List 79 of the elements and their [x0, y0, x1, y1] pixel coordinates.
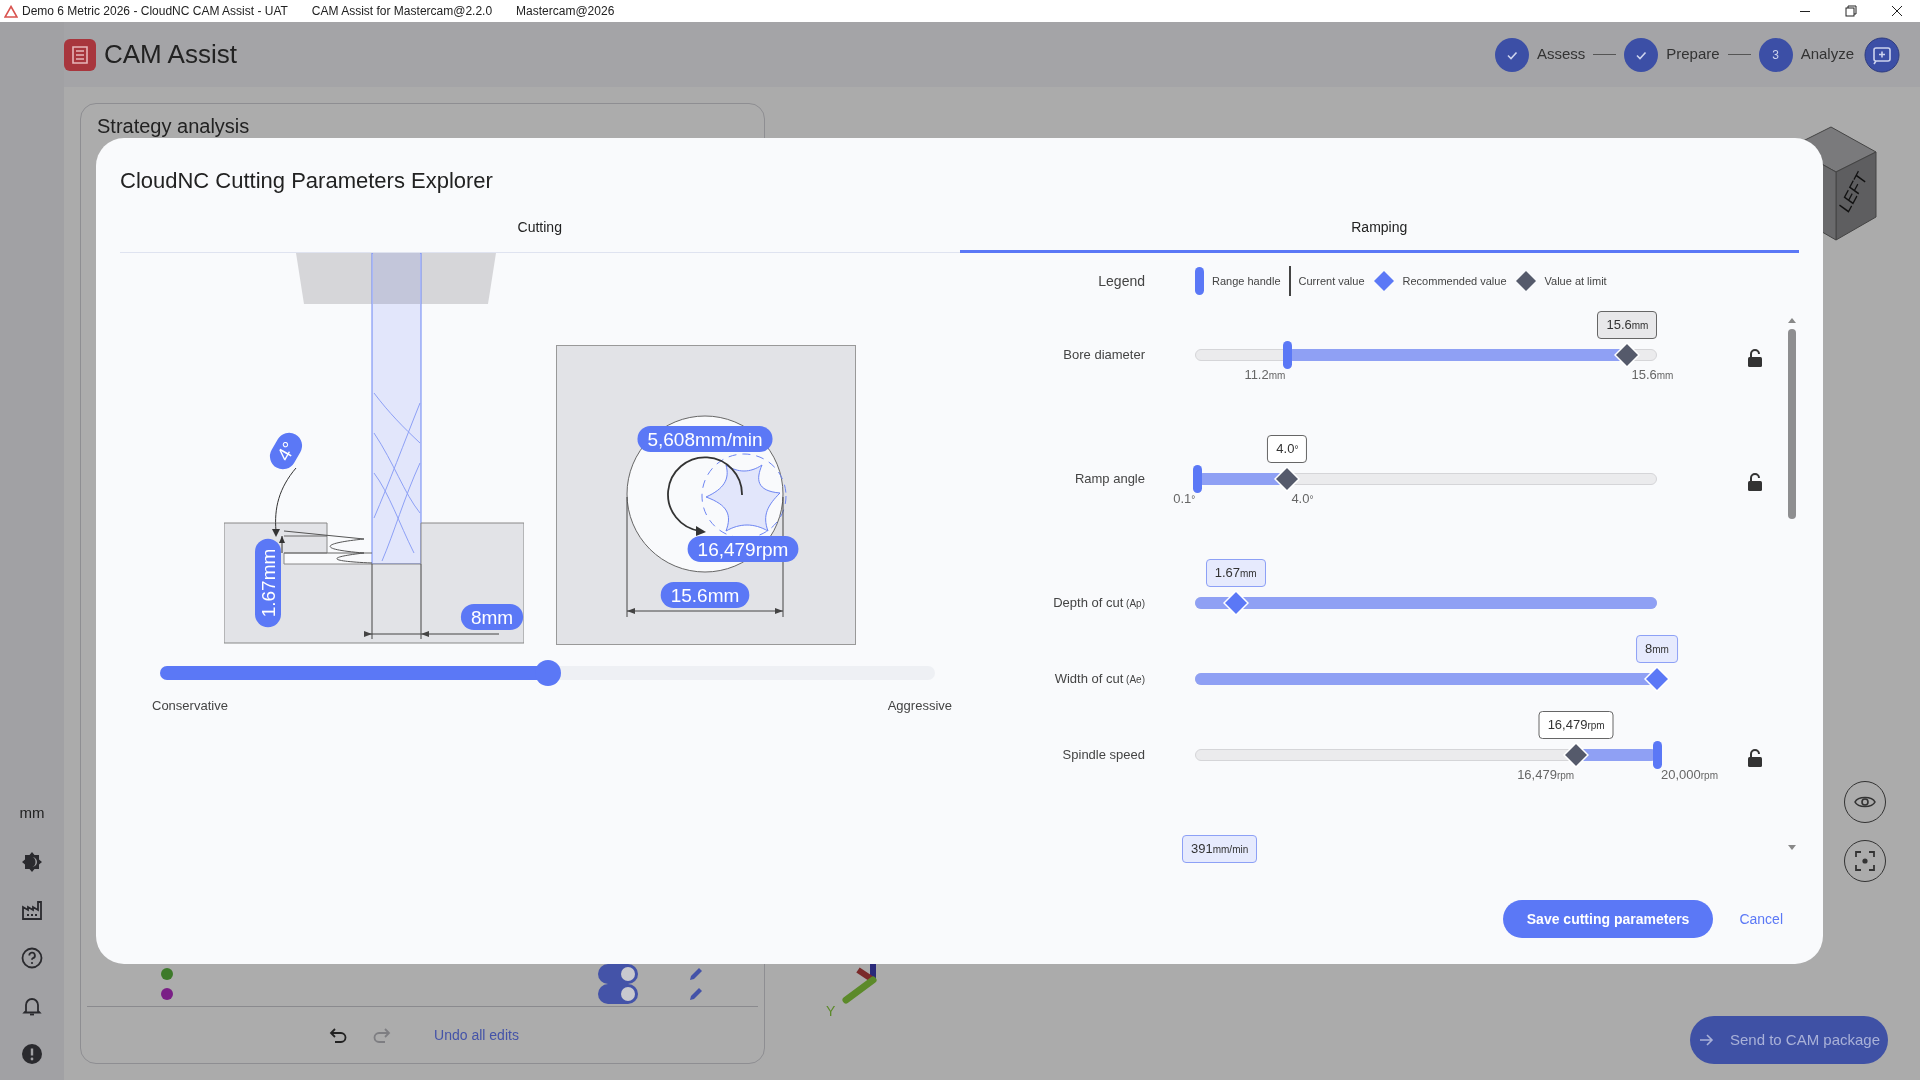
slider-track[interactable]: [160, 660, 935, 686]
pencil-icon[interactable]: [688, 966, 704, 982]
alert-icon[interactable]: [20, 1042, 44, 1066]
diamond-icon: [1372, 270, 1395, 292]
value-tooltip: 16,479rpm: [1538, 711, 1614, 739]
tab[interactable]: Ramping: [959, 205, 1799, 253]
legend-label: Recommended value: [1402, 273, 1507, 289]
parameter-label: Bore diameter: [1062, 346, 1145, 364]
legend-label: Current value: [1298, 273, 1365, 289]
limit-marker[interactable]: [1563, 742, 1590, 768]
dimension-label: 15.6mm: [660, 582, 750, 608]
step-label: Assess: [1536, 44, 1586, 65]
dimension-label: 5,608mm/min: [637, 426, 773, 452]
close-icon[interactable]: [1891, 5, 1903, 17]
dimension-label: 1.67mm: [255, 538, 281, 628]
dialog-title: CloudNC Cutting Parameters Explorer: [120, 167, 494, 195]
step-number: 3: [1758, 37, 1793, 72]
dimension-line: [279, 535, 285, 554]
range-handle-icon: [1195, 267, 1204, 295]
send-button[interactable]: Send to CAM package: [1690, 1016, 1888, 1064]
window-title: Demo 6 Metric 2026 - CloudNC CAM Assist - UAT: [22, 3, 288, 20]
recommended-marker[interactable]: [1222, 590, 1249, 616]
value-tooltip: 15.6mm: [1597, 311, 1658, 339]
range-handle[interactable]: [1282, 341, 1292, 369]
parameter-label: Width of cut (Ae): [1053, 670, 1145, 688]
diamond-icon: [1514, 270, 1537, 292]
slider-min-label: Conservative: [152, 697, 228, 715]
factory-icon[interactable]: [20, 898, 44, 922]
tick-label: 0.1°: [1173, 490, 1196, 508]
legend-label: Range handle: [1212, 273, 1281, 289]
app-logo-icon: [4, 4, 18, 18]
angle-arrow: [272, 467, 297, 537]
value-tooltip: 391mm/min: [1182, 835, 1258, 863]
legend-label: Value at limit: [1544, 273, 1607, 289]
step-label: Analyze: [1800, 44, 1854, 65]
current-value-icon: [1288, 266, 1291, 296]
slider-max-label: Aggressive: [887, 697, 952, 715]
parameter-label: Ramp angle: [1073, 470, 1145, 488]
app-title: CAM Assist: [104, 38, 237, 71]
toggle-switch[interactable]: [598, 964, 638, 984]
theme-icon[interactable]: [20, 850, 44, 874]
padlock-icon[interactable]: [1747, 748, 1763, 767]
tick-label: 16,479rpm: [1517, 766, 1575, 784]
limit-marker[interactable]: [1614, 342, 1641, 368]
value-tooltip: 1.67mm: [1205, 559, 1266, 587]
recommended-marker[interactable]: [1644, 666, 1670, 692]
help-icon[interactable]: [20, 946, 44, 970]
cancel-button[interactable]: Cancel: [1733, 907, 1789, 931]
panel-title: Strategy analysis: [96, 114, 251, 138]
save-button[interactable]: Save cutting parameters: [1502, 900, 1714, 938]
padlock-icon[interactable]: [1747, 472, 1763, 491]
parameter-label: Spindle speed: [1061, 746, 1145, 764]
arrow-icon: [1697, 1032, 1714, 1048]
tick-label: 11.2mm: [1244, 366, 1286, 384]
tick-label: 15.6mm: [1631, 366, 1674, 384]
tab[interactable]: Cutting: [120, 205, 960, 253]
legend-title: Legend: [1097, 271, 1145, 291]
range-handle[interactable]: [1192, 465, 1202, 493]
undo-all-link[interactable]: Undo all edits: [434, 1024, 519, 1046]
value-tooltip: 8mm: [1636, 635, 1678, 663]
padlock-icon[interactable]: [1747, 348, 1763, 367]
slider-thumb[interactable]: [534, 660, 561, 686]
restore-icon[interactable]: [1845, 5, 1857, 17]
value-tooltip: 4.0°: [1267, 435, 1308, 463]
unit-label: mm: [19, 802, 45, 823]
parameter-label: Depth of cut (Ap): [1052, 594, 1145, 612]
tick-label: 20,000rpm: [1661, 766, 1718, 784]
toggle-switch[interactable]: [598, 984, 638, 1004]
window-title-item: CAM Assist for Mastercam@2.2.0: [311, 3, 493, 20]
app-logo-icon: [64, 38, 96, 71]
limit-marker[interactable]: [1274, 466, 1301, 492]
feedback-icon[interactable]: [1864, 36, 1900, 73]
window-title-item: Mastercam@2026: [516, 3, 615, 20]
dimension-label: 16,479rpm: [687, 536, 799, 562]
tick-label: 4.0°: [1291, 490, 1314, 508]
focus-icon: [1854, 850, 1876, 872]
pencil-icon[interactable]: [688, 986, 704, 1002]
range-handle[interactable]: [1652, 741, 1662, 769]
step-label: Prepare: [1666, 44, 1720, 65]
